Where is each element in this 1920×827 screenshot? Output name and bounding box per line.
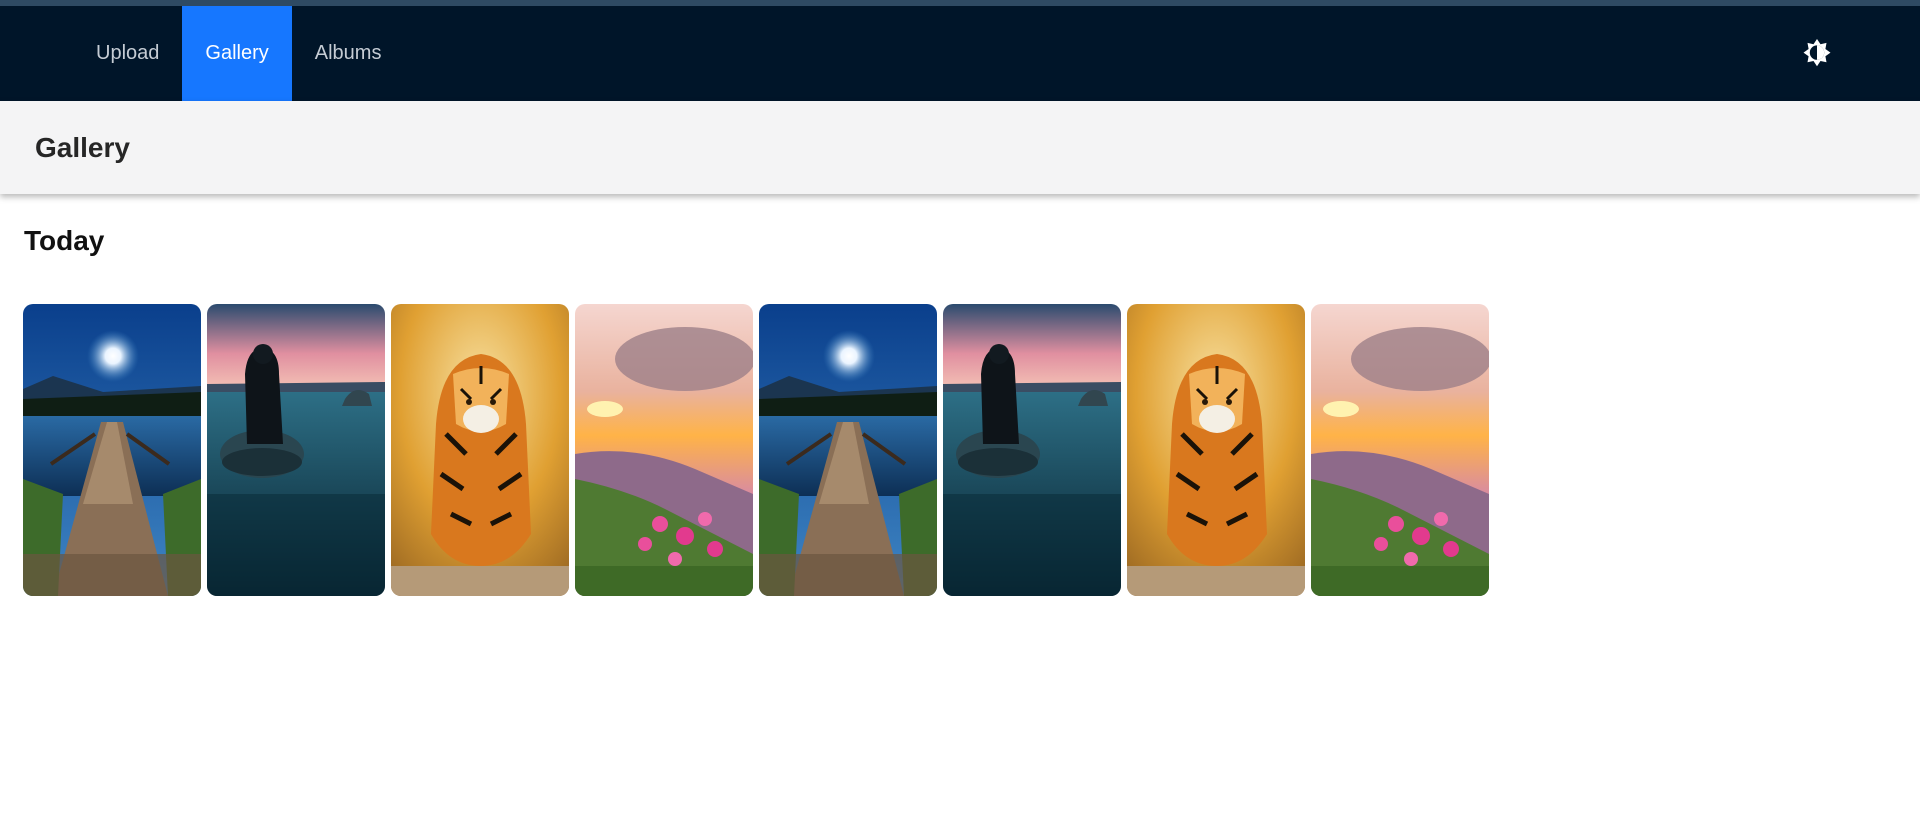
photo-thumb-tiger-2[interactable] [1127, 304, 1305, 596]
page-header: Gallery [0, 101, 1920, 194]
top-navbar: Upload Gallery Albums [0, 6, 1920, 101]
theme-toggle-button[interactable] [1800, 37, 1834, 71]
photo-thumb-person-on-rock-2[interactable] [943, 304, 1121, 596]
nav-item-upload[interactable]: Upload [73, 6, 182, 101]
nav-item-gallery[interactable]: Gallery [182, 6, 292, 101]
nav-item-albums[interactable]: Albums [292, 6, 405, 101]
photo-thumb-person-on-rock[interactable] [207, 304, 385, 596]
photo-thumb-moonlit-dock[interactable] [23, 304, 201, 596]
nav-menu: Upload Gallery Albums [73, 6, 404, 101]
photo-thumb-tiger[interactable] [391, 304, 569, 596]
page-title: Gallery [35, 131, 130, 163]
photo-gallery [23, 304, 1920, 596]
photo-thumb-sunset-flowers[interactable] [575, 304, 753, 596]
section-title-today: Today [24, 225, 105, 256]
photo-thumb-moonlit-dock-2[interactable] [759, 304, 937, 596]
brightness-icon [1803, 38, 1831, 66]
photo-thumb-sunset-flowers-2[interactable] [1311, 304, 1489, 596]
